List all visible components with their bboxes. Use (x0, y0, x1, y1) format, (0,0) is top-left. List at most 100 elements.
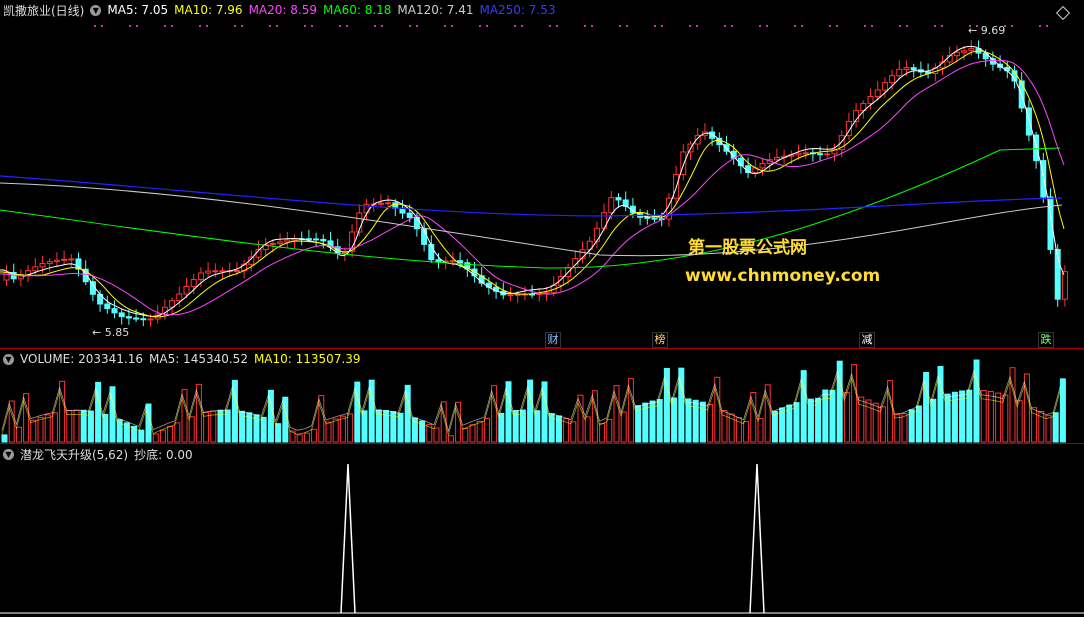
volume-bar (908, 409, 915, 443)
candle-body (53, 259, 60, 263)
watermark-title: 第一股票公式网 (688, 238, 807, 258)
signal-dot (794, 25, 796, 27)
candle-body (32, 266, 39, 272)
volume-bar (224, 409, 231, 443)
candle-body (449, 260, 456, 263)
signal-dot (1011, 25, 1013, 27)
volume-bar (901, 413, 908, 443)
event-marker-drop[interactable]: 跌 (1038, 332, 1054, 348)
volume-bar (577, 394, 584, 443)
candle-body (406, 212, 413, 219)
signal-dot (584, 25, 586, 27)
signal-dot (129, 25, 131, 27)
candle-body (385, 202, 392, 205)
volume-bar (318, 395, 325, 443)
volume-label: VOLUME: 203341.16 (20, 352, 143, 366)
signal-dot (409, 25, 411, 27)
signal-dot (339, 25, 341, 27)
candle-body (219, 270, 226, 273)
volume-bar (23, 393, 30, 443)
price-header: 凯撒旅业(日线) ▼ MA5: 7.05 MA10: 7.96 MA20: 8.… (3, 2, 562, 18)
volume-panel[interactable]: ▼ VOLUME: 203341.16 MA5: 145340.52 MA10:… (0, 349, 1084, 444)
candlestick-chart[interactable]: ← 9.69 ← 5.85 (0, 0, 1084, 348)
signal-dot (171, 25, 173, 27)
indicator-spike (340, 463, 356, 614)
volume-bar (102, 413, 109, 443)
ma60-line (0, 147, 1061, 269)
volume-bar (332, 418, 339, 443)
volume-bar (743, 421, 750, 443)
candle-body (716, 137, 723, 146)
candle-body (104, 303, 111, 310)
candle-body (68, 258, 75, 261)
event-marker-reduce[interactable]: 减 (859, 332, 875, 348)
signal-dot (94, 25, 96, 27)
volume-bar (15, 426, 22, 443)
volume-bar (87, 410, 94, 443)
candle-body (140, 318, 147, 321)
signal-dot (206, 25, 208, 27)
volume-bar (275, 423, 282, 443)
chevron-down-icon[interactable]: ▼ (3, 353, 14, 365)
volume-bar (303, 432, 310, 443)
signal-dot (1039, 25, 1041, 27)
indicator-value: 抄底: 0.00 (134, 447, 193, 462)
indicator-name: 潜龙飞天升级(5,62) (20, 447, 129, 462)
ma20-label: MA20: 8.59 (248, 3, 317, 17)
ma120-label: MA120: 7.41 (397, 3, 474, 17)
chevron-down-icon[interactable]: ▼ (90, 4, 102, 16)
ma10-line (0, 50, 1065, 318)
event-marker-finance[interactable]: 财 (545, 332, 561, 348)
volume-bar (311, 428, 318, 443)
candle-body (889, 75, 896, 84)
candle-body (896, 68, 903, 77)
signal-dot (836, 25, 838, 27)
volume-bar (1045, 414, 1052, 443)
event-marker-list[interactable]: 榜 (652, 332, 668, 348)
indicator-panel[interactable]: ▼ 潜龙飞天升级(5,62) 抄底: 0.00 (0, 444, 1084, 617)
signal-dot (241, 25, 243, 27)
price-chart-panel[interactable]: ← 9.69 ← 5.85 凯撒旅业(日线) ▼ MA5: 7.05 MA10: … (0, 0, 1084, 349)
volume-header: ▼ VOLUME: 203341.16 MA5: 145340.52 MA10:… (3, 351, 367, 367)
candle-body (968, 48, 975, 52)
volume-bar (1002, 394, 1009, 443)
signal-dot (374, 25, 376, 27)
chevron-down-icon[interactable]: ▼ (3, 448, 14, 460)
volume-bar (570, 421, 577, 443)
candle-body (802, 152, 809, 155)
signal-dot (136, 25, 138, 27)
candle-body (183, 285, 190, 295)
volume-bar (433, 427, 440, 443)
signal-dot (381, 25, 383, 27)
candle-body (111, 308, 118, 314)
low-price-label: ← 5.85 (92, 326, 129, 339)
signal-dot (514, 25, 516, 27)
signal-dot (731, 25, 733, 27)
signal-dot (549, 25, 551, 27)
candle-body (874, 89, 881, 98)
signal-dot (479, 25, 481, 27)
indicator-chart[interactable] (0, 444, 1084, 617)
candle-body (125, 316, 132, 319)
volume-bar (750, 391, 757, 443)
volume-bar (966, 389, 973, 443)
signal-dot (164, 25, 166, 27)
volume-bar (347, 413, 354, 443)
candle-body (608, 197, 615, 214)
volume-bar (599, 422, 606, 443)
volume-bar (1059, 378, 1066, 443)
volume-bar (476, 420, 483, 443)
stock-name: 凯撒旅业(日线) (3, 3, 85, 18)
volume-bar (203, 411, 210, 443)
candle-body (133, 317, 140, 320)
signal-dot (941, 25, 943, 27)
signal-dot (654, 25, 656, 27)
signal-dot (801, 25, 803, 27)
signal-dot (759, 25, 761, 27)
signal-dot (486, 25, 488, 27)
volume-bar (771, 410, 778, 443)
candle-body (903, 67, 910, 70)
volume-bar (656, 398, 663, 443)
signal-dot (689, 25, 691, 27)
volume-bar (1, 434, 8, 443)
